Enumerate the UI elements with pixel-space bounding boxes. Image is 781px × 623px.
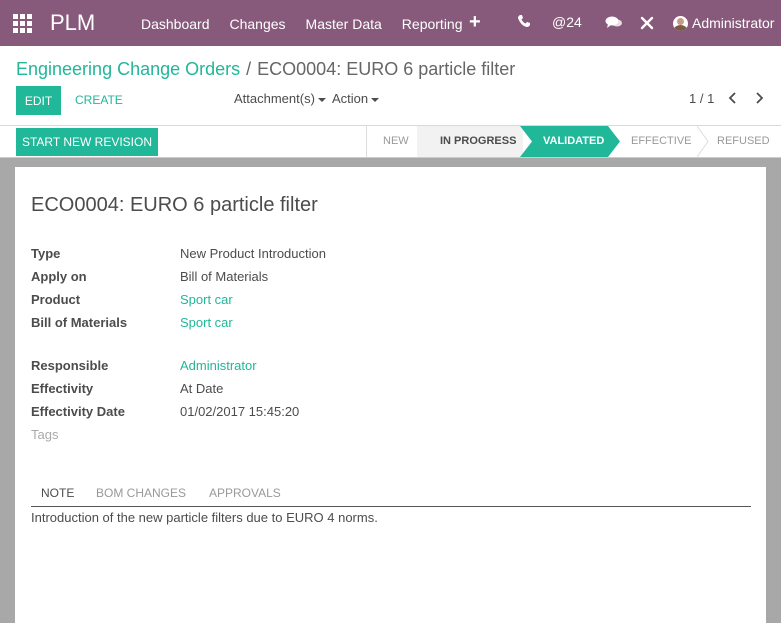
tab-note[interactable]: NOTE bbox=[41, 486, 74, 500]
stage-effective[interactable]: EFFECTIVE bbox=[631, 126, 692, 157]
record-title: ECO0004: EURO 6 particle filter bbox=[31, 194, 318, 216]
edit-button[interactable]: EDIT bbox=[16, 86, 61, 115]
action-label: Action bbox=[332, 91, 369, 106]
tab-bom-changes[interactable]: BOM CHANGES bbox=[96, 486, 186, 500]
field-value-apply-on: Bill of Materials bbox=[180, 269, 269, 284]
main-menu: Dashboard Changes Master Data Reporting bbox=[141, 16, 483, 32]
field-value-bom[interactable]: Sport car bbox=[180, 315, 233, 330]
chat-icon[interactable] bbox=[605, 15, 623, 33]
note-content: Introduction of the new particle filters… bbox=[31, 510, 378, 525]
field-label-responsible: Responsible bbox=[31, 358, 109, 373]
user-name: Administrator bbox=[692, 15, 775, 31]
breadcrumb-current: ECO0004: EURO 6 particle filter bbox=[257, 59, 516, 79]
control-panel: Engineering Change Orders / ECO0004: EURO … bbox=[0, 46, 781, 126]
form-sheet: ECO0004: EURO 6 particle filter Type New… bbox=[15, 167, 766, 623]
field-value-effectivity: At Date bbox=[180, 381, 224, 396]
user-menu[interactable]: Administrator bbox=[673, 15, 774, 31]
field-value-responsible[interactable]: Administrator bbox=[180, 358, 257, 373]
field-value-effectivity-date: 01/02/2017 15:45:20 bbox=[180, 404, 300, 419]
field-label-product: Product bbox=[31, 292, 81, 307]
pager-value: 1 / 1 bbox=[689, 91, 715, 106]
stage-pipeline: NEW IN PROGRESS VALIDATED EFFECTIVE REFU… bbox=[366, 126, 781, 157]
field-label-tags: Tags bbox=[31, 427, 59, 442]
attachments-dropdown[interactable]: Attachment(s) bbox=[234, 91, 326, 106]
field-value-type: New Product Introduction bbox=[180, 246, 326, 261]
field-value-product[interactable]: Sport car bbox=[180, 292, 233, 307]
phone-icon[interactable] bbox=[517, 14, 531, 31]
menu-master-data[interactable]: Master Data bbox=[306, 16, 382, 32]
chevron-left-icon[interactable] bbox=[728, 92, 738, 107]
create-button[interactable]: CREATE bbox=[75, 93, 123, 107]
caret-down-icon bbox=[371, 97, 380, 102]
status-bar: START NEW REVISION NEW IN PROGRESS VALID… bbox=[0, 126, 781, 158]
attachments-label: Attachment(s) bbox=[234, 91, 315, 106]
breadcrumb-parent[interactable]: Engineering Change Orders bbox=[16, 59, 240, 79]
debug-tools-icon[interactable] bbox=[640, 16, 654, 33]
menu-changes[interactable]: Changes bbox=[230, 16, 286, 32]
breadcrumb-separator: / bbox=[246, 59, 252, 79]
stage-validated[interactable]: VALIDATED bbox=[520, 126, 620, 157]
breadcrumb: Engineering Change Orders / ECO0004: EURO … bbox=[16, 59, 515, 80]
notebook-tabs: NOTE BOM CHANGES APPROVALS bbox=[31, 483, 751, 507]
menu-reporting[interactable]: Reporting bbox=[402, 16, 463, 32]
app-name: PLM bbox=[50, 10, 96, 35]
field-label-type: Type bbox=[31, 246, 61, 261]
field-label-effectivity-date: Effectivity Date bbox=[31, 404, 125, 419]
app-switcher-grid-icon[interactable] bbox=[13, 14, 32, 33]
start-new-revision-button[interactable]: START NEW REVISION bbox=[16, 128, 158, 156]
chevron-right-icon[interactable] bbox=[754, 92, 764, 107]
avatar bbox=[673, 15, 688, 31]
field-label-effectivity: Effectivity bbox=[31, 381, 94, 396]
top-navbar: PLM Dashboard Changes Master Data Report… bbox=[0, 0, 781, 46]
stage-new[interactable]: NEW bbox=[383, 126, 409, 157]
tab-approvals[interactable]: APPROVALS bbox=[209, 486, 281, 500]
caret-down-icon bbox=[317, 97, 326, 102]
plus-icon[interactable]: + bbox=[469, 11, 481, 34]
stage-separator bbox=[697, 126, 709, 157]
field-label-bom: Bill of Materials bbox=[31, 315, 128, 330]
menu-dashboard[interactable]: Dashboard bbox=[141, 16, 210, 32]
stage-in-progress[interactable]: IN PROGRESS bbox=[417, 126, 523, 157]
action-dropdown[interactable]: Action bbox=[332, 91, 380, 106]
field-label-apply-on: Apply on bbox=[31, 269, 87, 284]
mentions-counter[interactable]: @24 bbox=[552, 14, 582, 30]
stage-refused[interactable]: REFUSED bbox=[717, 126, 770, 157]
